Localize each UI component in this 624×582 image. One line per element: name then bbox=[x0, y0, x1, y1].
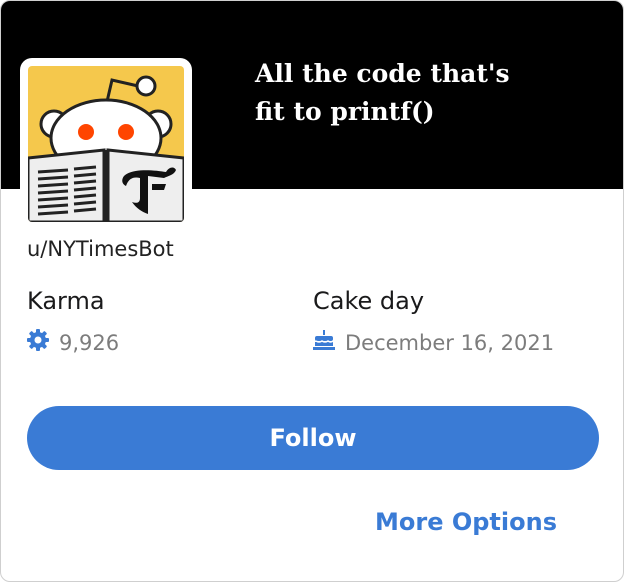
avatar[interactable] bbox=[20, 58, 192, 229]
snoo-newspaper-avatar-icon bbox=[28, 66, 184, 222]
banner-tagline-line2: fit to printf() bbox=[255, 97, 435, 126]
karma-icon bbox=[27, 329, 59, 356]
profile-card: All the code that's fit to printf() u/NY… bbox=[0, 0, 624, 582]
cake-day-stat: December 16, 2021 bbox=[313, 329, 554, 356]
cake-day-value: December 16, 2021 bbox=[345, 330, 555, 355]
follow-button[interactable]: Follow bbox=[27, 406, 599, 470]
banner-tagline-line1: All the code that's bbox=[255, 59, 510, 88]
more-options-button[interactable]: More Options bbox=[375, 508, 557, 536]
banner-tagline: All the code that's fit to printf() bbox=[255, 55, 595, 131]
karma-value: 9,926 bbox=[59, 330, 120, 355]
cake-icon bbox=[313, 329, 345, 356]
username[interactable]: u/NYTimesBot bbox=[27, 237, 174, 261]
cake-day-label: Cake day bbox=[313, 287, 425, 315]
karma-label: Karma bbox=[27, 287, 105, 315]
karma-stat: 9,926 bbox=[27, 329, 119, 356]
